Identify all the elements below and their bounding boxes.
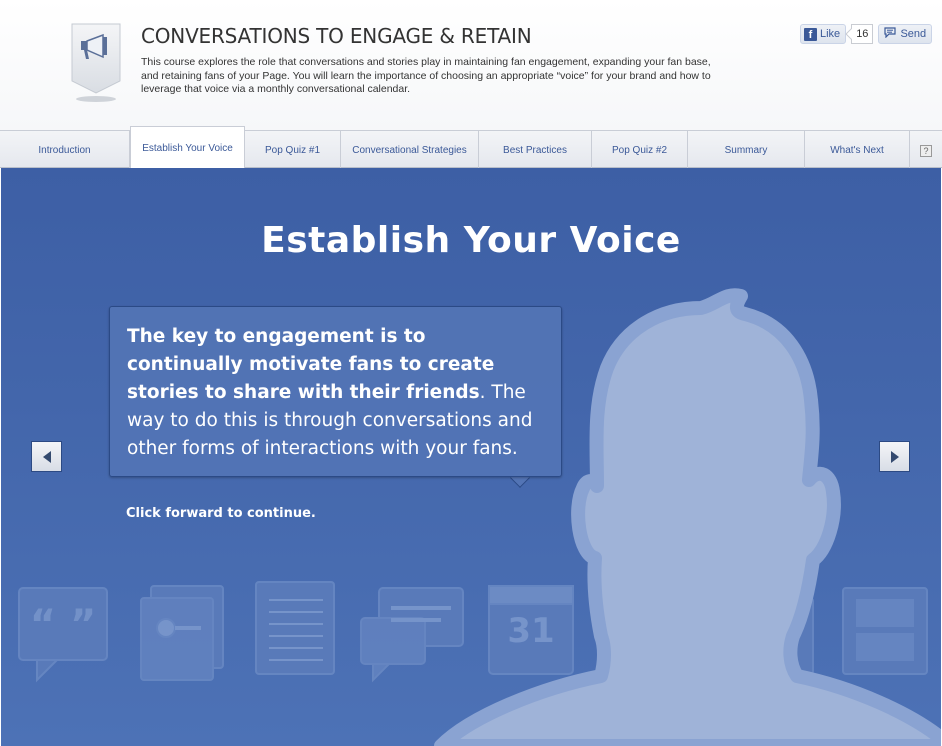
course-description: This course explores the role that conve… xyxy=(141,56,711,95)
slide-stage: “ ” 31 Establish Your Voice The key to e… xyxy=(1,168,941,746)
tab-whats-next[interactable]: What's Next xyxy=(805,131,910,168)
tab-pop-quiz-2[interactable]: Pop Quiz #2 xyxy=(592,131,688,168)
speech-bubble: The key to engagement is to continually … xyxy=(109,306,562,477)
continue-instruction: Click forward to continue. xyxy=(126,506,316,521)
like-count: 16 xyxy=(851,24,874,44)
course-header: CONVERSATIONS TO ENGAGE & RETAIN This co… xyxy=(0,0,942,130)
tab-best-practices[interactable]: Best Practices xyxy=(479,131,592,168)
tab-establish-your-voice[interactable]: Establish Your Voice xyxy=(130,126,245,168)
social-buttons: f Like 16 Send xyxy=(800,24,933,44)
tab-pop-quiz-1[interactable]: Pop Quiz #1 xyxy=(245,131,341,168)
megaphone-icon xyxy=(71,23,121,105)
like-button[interactable]: f Like xyxy=(800,24,847,44)
tab-summary[interactable]: Summary xyxy=(688,131,805,168)
help-icon: ? xyxy=(920,144,932,157)
send-label: Send xyxy=(900,28,927,40)
slide-title: Establish Your Voice xyxy=(261,220,681,261)
arrow-right-icon xyxy=(890,450,899,463)
arrow-left-icon xyxy=(42,450,51,463)
help-button[interactable]: ? xyxy=(910,131,942,168)
bubble-text-bold: The key to engagement is to continually … xyxy=(127,326,495,403)
next-slide-button[interactable] xyxy=(879,441,910,472)
send-button[interactable]: Send xyxy=(878,24,933,44)
course-title: CONVERSATIONS TO ENGAGE & RETAIN xyxy=(141,24,532,48)
tab-conversational-strategies[interactable]: Conversational Strategies xyxy=(341,131,479,168)
like-label: Like xyxy=(820,28,841,40)
bubble-text: The key to engagement is to continually … xyxy=(127,323,547,463)
course-tabs: Introduction Establish Your Voice Pop Qu… xyxy=(0,126,942,168)
previous-slide-button[interactable] xyxy=(31,441,62,472)
tab-introduction[interactable]: Introduction xyxy=(0,131,130,168)
facebook-icon: f xyxy=(804,27,817,41)
send-icon xyxy=(884,27,897,41)
